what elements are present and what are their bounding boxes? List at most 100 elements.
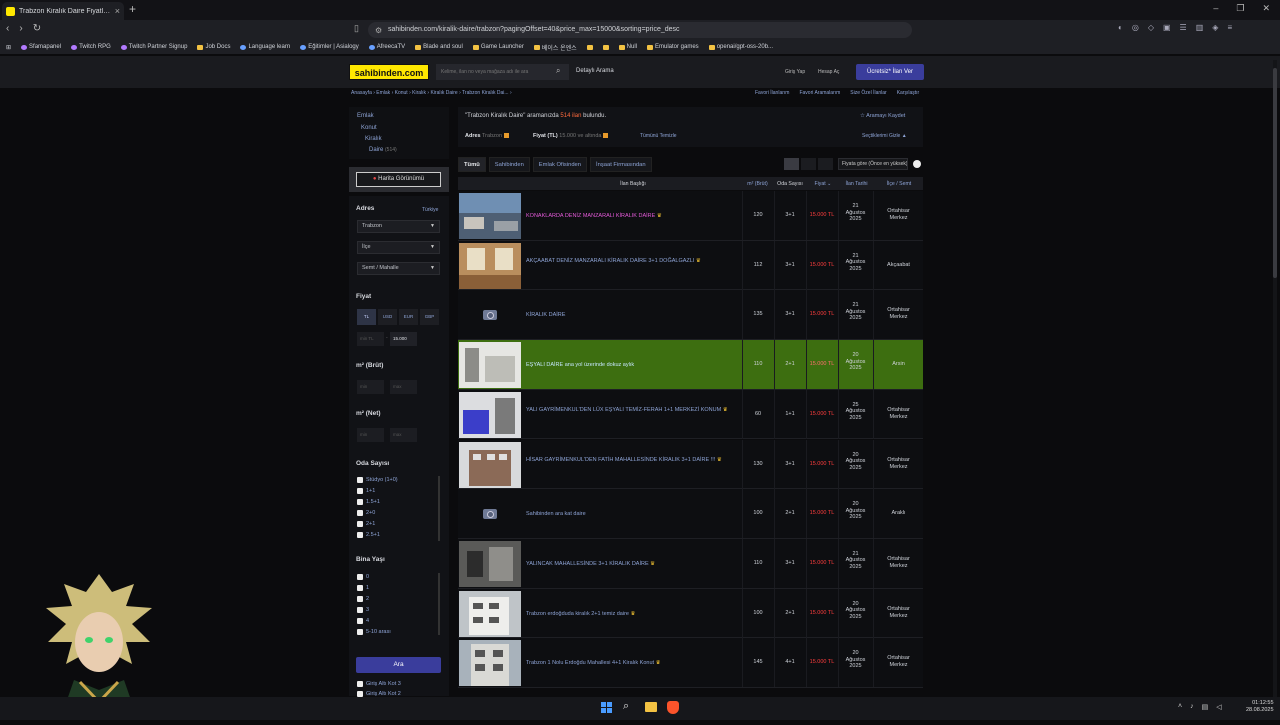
bookmark-folder[interactable]: Emulator games [647, 44, 699, 50]
taskbar-search-icon[interactable]: ⌕ [623, 700, 629, 713]
bookmark-item[interactable]: Twitch Partner Signup [120, 44, 187, 50]
age-checkbox[interactable]: 4 [357, 618, 369, 624]
listing-row[interactable]: HİSAR GAYRİMENKUL'DEN FATİH MAHALLESİNDE… [458, 439, 923, 490]
network-icon[interactable]: ▤ [1202, 703, 1209, 711]
listing-title-link[interactable]: AKÇAABAT DENİZ MANZARALI KİRALIK DAİRE 3… [526, 257, 738, 265]
bookmark-item[interactable]: Sfamapanel [21, 44, 61, 50]
taskbar-clock[interactable]: 01:12:55 28.08.2025 [1246, 700, 1274, 714]
bookmark-folder[interactable]: openai/gpt-oss-20b... [708, 44, 773, 50]
listing-thumbnail[interactable] [459, 640, 521, 687]
bookmark-folder[interactable]: 베이스 온엔스 [533, 43, 577, 52]
gallery-view-icon[interactable] [818, 158, 833, 170]
sidebar-icon[interactable]: ▥ [1196, 23, 1204, 32]
listing-thumbnail[interactable] [459, 491, 521, 537]
bookmark-folder[interactable]: Blade and soul [415, 44, 463, 50]
listing-row[interactable]: YALINCAK MAHALLESİNDE 3+1 KİRALIK DAİRE … [458, 538, 923, 589]
price-max-input[interactable]: 15.000 [390, 332, 417, 346]
favorite-searches-link[interactable]: Favori Aramalarım [799, 90, 840, 96]
currency-usd[interactable]: USD [378, 309, 397, 325]
windows-start-icon[interactable] [601, 702, 612, 713]
browser-tab-active[interactable]: Trabzon Kiralık Daire Fiyatları ve × [2, 2, 124, 20]
extension-icon[interactable]: ◐ [1118, 23, 1123, 32]
clear-all-link[interactable]: Tümünü Temizle [640, 133, 677, 139]
m2-net-min-input[interactable]: min [357, 428, 384, 442]
district-select[interactable]: İlçe ▼ [357, 241, 440, 254]
sort-select[interactable]: Fiyata göre (Önce en yüksek) ▾ [838, 158, 908, 170]
scrollbar-thumb[interactable] [1273, 68, 1277, 278]
col-price[interactable]: Fiyat ⌄ [808, 177, 838, 190]
bookmark-folder[interactable] [586, 44, 593, 50]
currency-tl[interactable]: TL [357, 309, 376, 325]
breadcrumb[interactable]: Anasayfa › Emlak › Konut › Kiralık › Kir… [351, 90, 512, 96]
age-scrollbar[interactable] [438, 573, 440, 635]
search-input[interactable]: Kelime, ilan no veya mağaza adı ile ara [436, 64, 569, 80]
compare-link[interactable]: Karşılaştır [897, 90, 920, 96]
m2-net-max-input[interactable]: max [390, 428, 417, 442]
age-checkbox[interactable]: 5-10 arası [357, 629, 391, 635]
price-min-input[interactable]: min TL [357, 332, 384, 346]
category-kiralik[interactable]: Kiralık [365, 136, 382, 142]
bookmark-item[interactable]: AfreecaTV [368, 44, 405, 50]
maximize-icon[interactable]: ❐ [1236, 3, 1244, 14]
col-m2[interactable]: m² (Brüt) [745, 177, 770, 190]
room-checkbox[interactable]: 2+0 [357, 510, 375, 516]
search-icon[interactable]: ⌕ [556, 66, 560, 76]
floor-checkbox[interactable]: Giriş Altı Kot 3 [357, 681, 401, 687]
brave-browser-icon[interactable] [667, 701, 679, 714]
listing-row[interactable]: Sahibinden ara kat daire 100 2+1 15.000 … [458, 489, 923, 539]
col-location[interactable]: İlçe / Semt [876, 177, 922, 190]
listing-title-link[interactable]: YALI GAYRİMENKUL'DEN LÜX EŞYALI TEMİZ-FE… [526, 406, 738, 414]
hide-selections-link[interactable]: Seçtiklerimi Gizle ▲ [862, 133, 907, 139]
close-tab-icon[interactable]: × [115, 6, 120, 16]
bookmark-folder[interactable]: Job Docs [197, 44, 230, 50]
url-bar[interactable]: ⚙ sahibinden.com/kiralik-daire/trabzon?p… [368, 22, 912, 38]
tab-owner[interactable]: Sahibinden [488, 157, 530, 172]
listing-thumbnail[interactable] [459, 441, 521, 488]
room-checkbox[interactable]: Stüdyo (1+0) [357, 477, 398, 483]
extension-icon[interactable]: ☰ [1180, 23, 1187, 32]
age-checkbox[interactable]: 3 [357, 607, 369, 613]
back-icon[interactable]: ‹ [6, 23, 9, 34]
tab-agency[interactable]: Emlak Ofisinden [532, 157, 588, 172]
room-checkbox[interactable]: 2.5+1 [357, 532, 380, 538]
currency-gbp[interactable]: GBP [420, 309, 439, 325]
address-country-link[interactable]: Türkiye [422, 207, 438, 213]
forward-icon[interactable]: › [19, 23, 22, 34]
listing-row[interactable]: EŞYALI DAİRE ana yol üzerinde dokuz aylı… [458, 340, 923, 390]
register-link[interactable]: Hesap Aç [818, 69, 839, 75]
menu-icon[interactable]: ≡ [1227, 23, 1232, 32]
listing-title-link[interactable]: Sahibinden ara kat daire [526, 510, 738, 518]
listing-thumbnail[interactable] [459, 391, 521, 438]
listing-row[interactable]: KONAKLARDA DENİZ MANZARALI KİRALIK DAİRE… [458, 191, 923, 241]
listing-row[interactable]: Trabzon 1 Nolu Erdoğdu Mahallesi 4+1 Kir… [458, 638, 923, 688]
active-filter-address[interactable]: Adres Trabzon [465, 133, 509, 139]
login-link[interactable]: Giriş Yap [785, 69, 805, 75]
volume-icon[interactable]: ◁ [1216, 703, 1221, 711]
listing-thumbnail[interactable] [459, 590, 521, 637]
category-daire[interactable]: Daire (514) [369, 147, 397, 153]
info-icon[interactable] [913, 160, 921, 168]
listing-thumbnail[interactable] [459, 242, 521, 289]
listing-row[interactable]: AKÇAABAT DENİZ MANZARALI KİRALIK DAİRE 3… [458, 240, 923, 291]
microphone-icon[interactable]: ♪ [1190, 703, 1194, 711]
minimize-icon[interactable]: – [1213, 3, 1218, 14]
list-view-icon[interactable] [784, 158, 799, 170]
category-emlak[interactable]: Emlak [357, 113, 374, 119]
tab-all[interactable]: Tümü [458, 157, 486, 172]
room-checkbox[interactable]: 1.5+1 [357, 499, 380, 505]
listing-thumbnail[interactable] [459, 342, 521, 389]
listing-title-link[interactable]: HİSAR GAYRİMENKUL'DEN FATİH MAHALLESİNDE… [526, 456, 738, 464]
post-ad-button[interactable]: Ücretsiz* İlan Ver [856, 64, 924, 80]
listing-title-link[interactable]: YALINCAK MAHALLESİNDE 3+1 KİRALIK DAİRE … [526, 560, 738, 568]
age-checkbox[interactable]: 0 [357, 574, 369, 580]
bookmark-folder[interactable] [602, 44, 609, 50]
city-select[interactable]: Trabzon ▼ [357, 220, 440, 233]
listing-row[interactable]: KİRALIK DAİRE 135 3+1 15.000 TL 21 Ağusto… [458, 290, 923, 341]
listing-thumbnail[interactable] [459, 540, 521, 587]
chevron-up-icon[interactable]: ˄ [1178, 703, 1182, 711]
special-listings-link[interactable]: Size Özel İlanlar [850, 90, 886, 96]
bookmark-item[interactable]: Language learn [240, 44, 290, 50]
grid-view-icon[interactable] [801, 158, 816, 170]
reload-icon[interactable]: ↻ [33, 23, 41, 34]
room-checkbox[interactable]: 2+1 [357, 521, 375, 527]
